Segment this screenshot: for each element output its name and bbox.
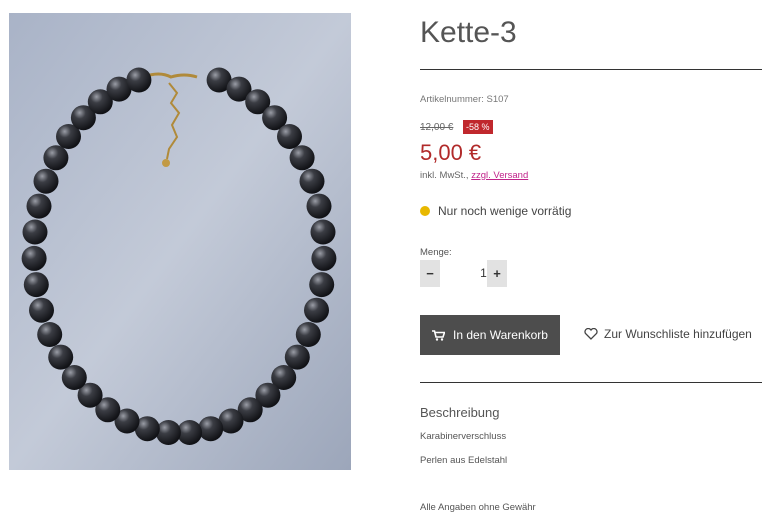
necklace-image — [9, 13, 351, 470]
stock-dot-icon — [420, 206, 430, 216]
bead — [198, 416, 224, 442]
heart-icon — [584, 328, 598, 340]
bead — [43, 145, 69, 171]
add-to-cart-button[interactable]: In den Warenkorb — [420, 315, 560, 355]
tax-text: inkl. MwSt., — [420, 170, 472, 181]
current-price: 5,00 € — [420, 140, 482, 165]
wishlist-button[interactable]: Zur Wunschliste hinzufügen — [584, 327, 752, 341]
bead — [310, 219, 336, 245]
product-photo[interactable] — [9, 13, 351, 470]
quantity-increase-button[interactable]: + — [487, 260, 507, 287]
bead — [61, 365, 87, 390]
sku-text: Artikelnummer: S107 — [420, 94, 509, 105]
bead — [126, 67, 152, 93]
description-line: Karabinerverschluss — [420, 431, 507, 442]
bead — [26, 193, 52, 219]
bead — [306, 193, 332, 219]
cart-icon — [432, 329, 446, 341]
bead — [277, 124, 302, 149]
disclaimer-text: Alle Angaben ohne Gewähr — [420, 502, 536, 513]
divider — [420, 69, 762, 70]
bead — [37, 322, 63, 347]
divider — [420, 382, 762, 383]
bead — [309, 272, 335, 298]
description-line: Perlen aus Edelstahl — [420, 455, 508, 466]
product-title: Kette-3 — [420, 16, 517, 49]
tax-info: inkl. MwSt., zzgl. Versand — [420, 170, 528, 181]
old-price: 12,00 € — [420, 122, 454, 133]
bead — [48, 344, 74, 370]
wishlist-label: Zur Wunschliste hinzufügen — [604, 327, 752, 341]
description-heading: Beschreibung — [420, 405, 500, 420]
bead — [289, 145, 315, 171]
bead — [29, 297, 54, 323]
quantity-label: Menge: — [420, 247, 452, 258]
bead — [155, 420, 181, 445]
stock-text: Nur noch wenige vorrätig — [438, 204, 572, 218]
bead — [299, 168, 325, 194]
quantity-decrease-button[interactable]: − — [420, 260, 440, 287]
add-to-cart-label: In den Warenkorb — [453, 328, 548, 342]
bead — [33, 168, 59, 194]
discount-badge: -58 % — [463, 120, 493, 134]
bead — [311, 245, 337, 271]
bead — [284, 344, 310, 370]
bead — [22, 219, 48, 245]
bead — [304, 297, 329, 323]
bead — [295, 322, 321, 347]
bead — [21, 245, 47, 271]
bead — [23, 272, 49, 298]
shipping-link[interactable]: zzgl. Versand — [471, 170, 528, 181]
stock-status: Nur noch wenige vorrätig — [420, 204, 571, 218]
